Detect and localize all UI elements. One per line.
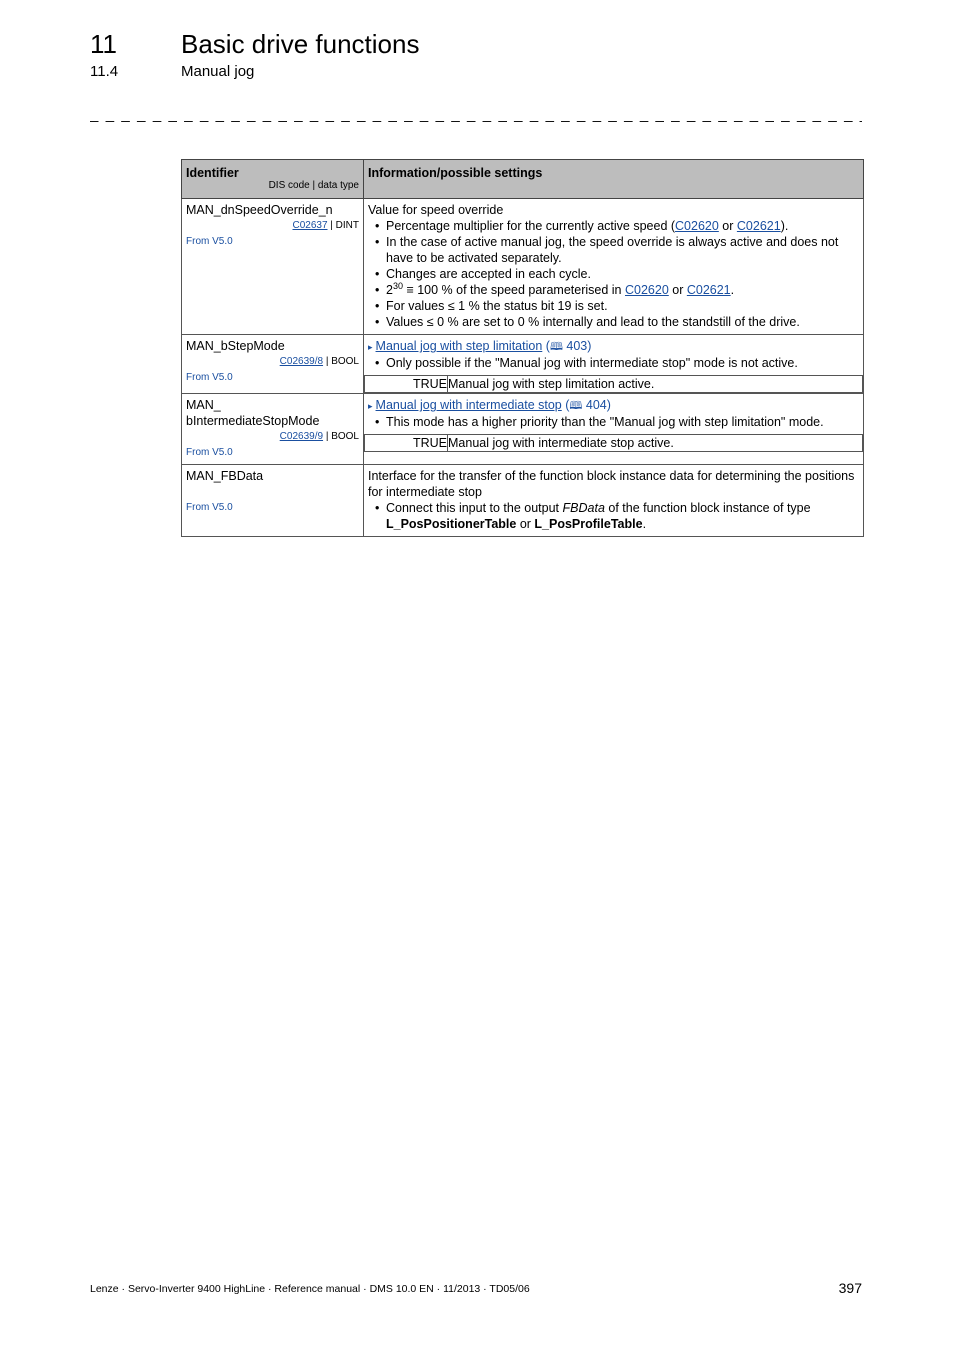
dis-code-link[interactable]: C02637 xyxy=(292,220,327,231)
dis-code-link[interactable]: C02639/8 xyxy=(280,356,323,367)
header-information: Information/possible settings xyxy=(363,159,864,199)
table-row: MAN_ bIntermediateStopMode C02639/9 | BO… xyxy=(181,393,864,465)
bullet-item: Only possible if the "Manual jog with in… xyxy=(375,355,859,371)
data-type: | DINT xyxy=(327,220,359,231)
bullet-item: 230 ≡ 100 % of the speed parameterised i… xyxy=(375,281,859,298)
arrow-right-icon: ▸ xyxy=(368,401,373,411)
bullet-list: Percentage multiplier for the currently … xyxy=(368,218,859,330)
cross-reference-link[interactable]: Manual jog with step limitation xyxy=(376,339,543,353)
code-link-c02620[interactable]: C02620 xyxy=(625,283,669,297)
chapter-number: 11 xyxy=(90,29,117,59)
code-link-c02621[interactable]: C02621 xyxy=(737,219,781,233)
book-icon: 🕮 xyxy=(569,400,583,412)
identifier-name: MAN_dnSpeedOverride_n xyxy=(186,203,333,217)
description-intro: Interface for the transfer of the functi… xyxy=(368,469,855,499)
version-note: From V5.0 xyxy=(186,447,233,458)
identifier-name: MAN_FBData xyxy=(186,469,264,483)
footer-text: Lenze · Servo-Inverter 9400 HighLine · R… xyxy=(90,1283,530,1295)
chapter-title: Basic drive functions xyxy=(181,29,420,59)
page-reference[interactable]: 404 xyxy=(586,398,607,412)
header-identifier-label: Identifier xyxy=(186,166,239,180)
bullet-item: For values ≤ 1 % the status bit 19 is se… xyxy=(375,298,859,314)
bullet-item: Percentage multiplier for the currently … xyxy=(375,218,859,234)
description-intro: Value for speed override xyxy=(368,203,504,217)
identifier-name: MAN_bStepMode xyxy=(186,339,285,353)
arrow-right-icon: ▸ xyxy=(368,342,373,352)
dis-code-link[interactable]: C02639/9 xyxy=(280,431,323,442)
data-type: | BOOL xyxy=(323,356,359,367)
book-icon: 🕮 xyxy=(549,341,563,353)
identifier-name-line2: bIntermediateStopMode xyxy=(186,414,320,428)
value-table: TRUE Manual jog with intermediate stop a… xyxy=(364,434,863,452)
identifier-name-line1: MAN_ xyxy=(186,398,221,412)
header-information-label: Information/possible settings xyxy=(368,166,543,180)
table-header-row: Identifier DIS code | data type Informat… xyxy=(181,159,864,199)
cross-reference-link[interactable]: Manual jog with intermediate stop xyxy=(376,398,562,412)
header-identifier: Identifier DIS code | data type xyxy=(181,159,364,199)
code-link-c02621[interactable]: C02621 xyxy=(687,283,731,297)
header-dis-code-label: DIS code | data type xyxy=(268,180,359,191)
value-description: Manual jog with step limitation active. xyxy=(447,375,863,393)
section-number: 11.4 xyxy=(90,63,119,80)
header-separator: _ _ _ _ _ _ _ _ _ _ _ _ _ _ _ _ _ _ _ _ … xyxy=(90,108,862,122)
bullet-item: Connect this input to the output FBData … xyxy=(375,500,859,532)
bullet-item: In the case of active manual jog, the sp… xyxy=(375,234,859,266)
data-type: | BOOL xyxy=(323,431,359,442)
page-number: 397 xyxy=(838,1280,862,1296)
code-link-c02620[interactable]: C02620 xyxy=(675,219,719,233)
section-title: Manual jog xyxy=(181,63,255,80)
table-row: MAN_bStepMode C02639/8 | BOOL From V5.0 … xyxy=(181,334,864,394)
value-description: Manual jog with intermediate stop active… xyxy=(447,434,863,452)
bullet-item: Changes are accepted in each cycle. xyxy=(375,266,859,282)
value-label: TRUE xyxy=(364,375,448,393)
page-reference[interactable]: 403 xyxy=(566,339,587,353)
version-note: From V5.0 xyxy=(186,372,233,383)
table-row: MAN_FBData From V5.0 Interface for the t… xyxy=(181,464,864,537)
bullet-item: Values ≤ 0 % are set to 0 % internally a… xyxy=(375,314,859,330)
version-note: From V5.0 xyxy=(186,236,233,247)
value-table: TRUE Manual jog with step limitation act… xyxy=(364,375,863,393)
table-row: MAN_dnSpeedOverride_n C02637 | DINT From… xyxy=(181,198,864,335)
bullet-item: This mode has a higher priority than the… xyxy=(375,414,859,430)
version-note: From V5.0 xyxy=(186,502,233,513)
value-label: TRUE xyxy=(364,434,448,452)
parameter-table: Identifier DIS code | data type Informat… xyxy=(181,159,864,537)
